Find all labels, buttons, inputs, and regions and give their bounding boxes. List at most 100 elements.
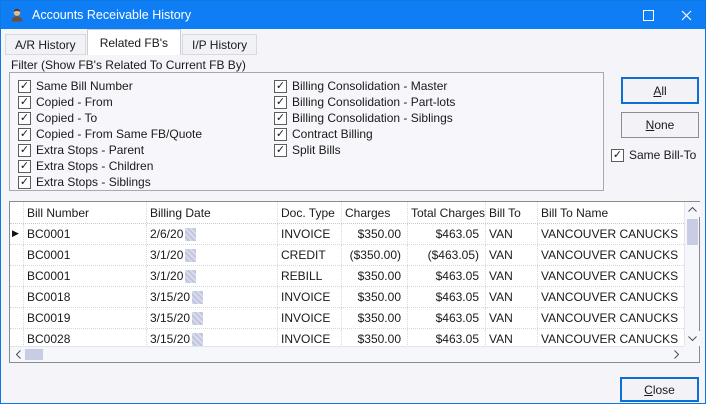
row-indicator-cell	[10, 287, 24, 307]
chevron-down-icon	[688, 336, 697, 341]
cell-doc-type: INVOICE	[278, 308, 342, 328]
row-indicator-cell	[10, 245, 24, 265]
tab-i-p-history[interactable]: I/P History	[182, 34, 257, 55]
filter-checkbox-label: Same Bill Number	[36, 79, 133, 93]
titlebar: Accounts Receivable History	[1, 1, 705, 29]
vertical-scrollbar[interactable]	[684, 202, 699, 346]
maximize-button[interactable]	[629, 1, 667, 29]
checkbox-icon: ✓	[274, 128, 287, 141]
filter-checkbox[interactable]: ✓ Extra Stops - Children	[18, 158, 202, 174]
chevron-left-icon	[16, 350, 21, 359]
row-indicator-cell: ▶	[10, 224, 24, 244]
horizontal-scrollbar[interactable]	[10, 346, 684, 362]
vertical-scrollbar-thumb[interactable]	[687, 219, 698, 245]
scroll-left-button[interactable]	[10, 347, 26, 362]
scroll-up-button[interactable]	[685, 202, 700, 217]
cell-billing-date: 3/15/20	[147, 287, 278, 307]
header-bill-number[interactable]: Bill Number	[24, 202, 147, 223]
cell-total-charges: $463.05	[408, 308, 486, 328]
user-icon	[9, 7, 25, 23]
filter-checkbox[interactable]: ✓ Same Bill Number	[18, 78, 202, 94]
filter-checkbox-label: Extra Stops - Siblings	[36, 175, 151, 189]
table-row[interactable]: BC0018 3/15/20 INVOICE $350.00 $463.05 V…	[10, 287, 684, 308]
horizontal-scrollbar-thumb[interactable]	[25, 349, 43, 360]
table-body: ▶ BC0001 2/6/20 INVOICE $350.00 $463.05 …	[10, 224, 684, 350]
filter-checkbox-label: Billing Consolidation - Siblings	[292, 111, 453, 125]
cell-billing-date: 3/1/20	[147, 245, 278, 265]
table-row[interactable]: ▶ BC0001 2/6/20 INVOICE $350.00 $463.05 …	[10, 224, 684, 245]
filter-checkbox-label: Copied - From Same FB/Quote	[36, 127, 202, 141]
redacted-year	[185, 228, 196, 241]
cell-bill-to: VAN	[486, 308, 538, 328]
cell-bill-to-name: VANCOUVER CANUCKS	[538, 287, 684, 307]
tab-a-r-history[interactable]: A/R History	[5, 34, 86, 55]
filter-checkbox[interactable]: ✓ Billing Consolidation - Part-lots	[274, 94, 455, 110]
checkbox-icon: ✓	[611, 149, 624, 162]
header-billing-date[interactable]: Billing Date	[147, 202, 278, 223]
all-button[interactable]: All	[621, 77, 699, 104]
cell-bill-to: VAN	[486, 287, 538, 307]
filter-checkbox[interactable]: ✓ Copied - From	[18, 94, 202, 110]
cell-doc-type: INVOICE	[278, 224, 342, 244]
header-doc-type[interactable]: Doc. Type	[278, 202, 342, 223]
window-title: Accounts Receivable History	[32, 8, 191, 22]
checkbox-icon: ✓	[18, 144, 31, 157]
redacted-year	[185, 249, 196, 262]
row-indicator-cell	[10, 308, 24, 328]
filter-checkbox[interactable]: ✓ Extra Stops - Parent	[18, 142, 202, 158]
cell-doc-type: CREDIT	[278, 245, 342, 265]
filter-checkbox[interactable]: ✓ Billing Consolidation - Siblings	[274, 110, 455, 126]
close-window-button[interactable]	[667, 1, 705, 29]
table-header: Bill Number Billing Date Doc. Type Charg…	[10, 202, 684, 224]
cell-charges: $350.00	[342, 308, 408, 328]
filter-checkbox[interactable]: ✓ Copied - To	[18, 110, 202, 126]
tab-label: A/R History	[15, 38, 76, 52]
filter-groupbox: ✓ Same Bill Number ✓ Copied - From ✓ Cop…	[9, 72, 604, 191]
filter-checkbox[interactable]: ✓ Extra Stops - Siblings	[18, 174, 202, 190]
scroll-down-button[interactable]	[685, 331, 700, 346]
table-row[interactable]: BC0019 3/15/20 INVOICE $350.00 $463.05 V…	[10, 308, 684, 329]
cell-bill-to-name: VANCOUVER CANUCKS	[538, 266, 684, 286]
filter-checkbox-label: Extra Stops - Children	[36, 159, 153, 173]
tab-related-fb-s[interactable]: Related FB's	[87, 29, 181, 55]
filter-checkbox[interactable]: ✓ Split Bills	[274, 142, 455, 158]
history-table: Bill Number Billing Date Doc. Type Charg…	[9, 201, 700, 363]
cell-billing-date: 3/1/20	[147, 266, 278, 286]
accounts-receivable-history-dialog: Accounts Receivable History A/R History …	[0, 0, 706, 404]
cell-bill-to-name: VANCOUVER CANUCKS	[538, 245, 684, 265]
filter-checkbox[interactable]: ✓ Contract Billing	[274, 126, 455, 142]
filter-label: Filter (Show FB's Related To Current FB …	[11, 58, 246, 72]
header-indicator	[10, 202, 24, 223]
header-total-charges[interactable]: Total Charges	[408, 202, 486, 223]
cell-bill-to: VAN	[486, 266, 538, 286]
cell-bill-to-name: VANCOUVER CANUCKS	[538, 308, 684, 328]
header-bill-to[interactable]: Bill To	[486, 202, 538, 223]
close-button[interactable]: Close	[620, 377, 699, 402]
redacted-year	[192, 312, 203, 325]
close-icon	[681, 10, 692, 21]
cell-doc-type: INVOICE	[278, 287, 342, 307]
maximize-icon	[643, 10, 654, 21]
table-row[interactable]: BC0001 3/1/20 CREDIT ($350.00) ($463.05)…	[10, 245, 684, 266]
checkbox-icon: ✓	[274, 80, 287, 93]
table-row[interactable]: BC0001 3/1/20 REBILL $350.00 $463.05 VAN…	[10, 266, 684, 287]
cell-charges: $350.00	[342, 266, 408, 286]
scroll-right-button[interactable]	[668, 347, 684, 362]
cell-total-charges: ($463.05)	[408, 245, 486, 265]
checkbox-icon: ✓	[18, 96, 31, 109]
header-charges[interactable]: Charges	[342, 202, 408, 223]
header-bill-to-name[interactable]: Bill To Name	[538, 202, 684, 223]
filter-checkbox-label: Billing Consolidation - Master	[292, 79, 447, 93]
same-bill-to-checkbox[interactable]: ✓ Same Bill-To	[611, 147, 696, 163]
filter-checkbox-label: Copied - From	[36, 95, 113, 109]
filter-checkbox[interactable]: ✓ Copied - From Same FB/Quote	[18, 126, 202, 142]
cell-bill-to: VAN	[486, 245, 538, 265]
checkbox-icon: ✓	[274, 112, 287, 125]
chevron-up-icon	[688, 207, 697, 212]
cell-charges: $350.00	[342, 224, 408, 244]
filter-checkbox-label: Split Bills	[292, 143, 341, 157]
none-button[interactable]: None	[621, 112, 699, 138]
cell-total-charges: $463.05	[408, 287, 486, 307]
cell-billing-date: 3/15/20	[147, 308, 278, 328]
filter-checkbox[interactable]: ✓ Billing Consolidation - Master	[274, 78, 455, 94]
